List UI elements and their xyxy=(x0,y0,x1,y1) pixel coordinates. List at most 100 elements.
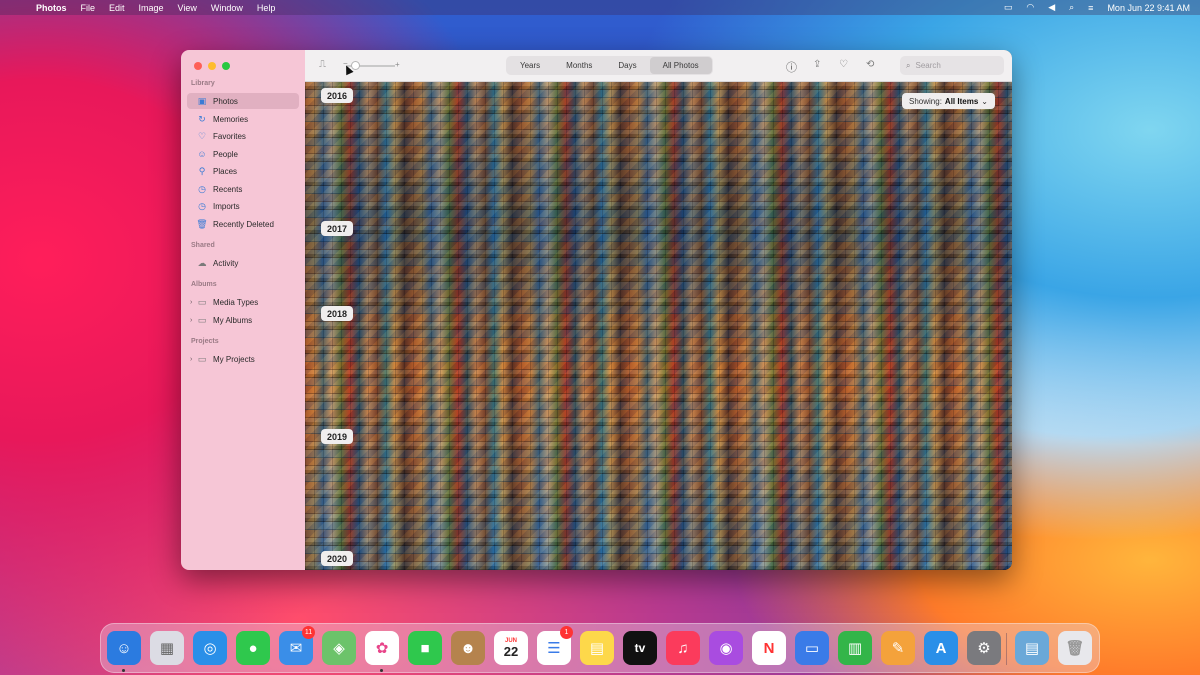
dock-separator xyxy=(1006,633,1007,665)
sidebar-item-people[interactable]: ☺ People xyxy=(187,146,299,162)
sidebar: Library ▣ Photos ↻ Memories ♡ Favorites … xyxy=(181,50,305,570)
sidebar-item-label: Activity xyxy=(213,258,239,268)
sidebar-item-memories[interactable]: ↻ Memories xyxy=(187,111,299,127)
running-indicator xyxy=(122,669,125,672)
section-albums: Albums xyxy=(191,281,217,288)
menu-bar: Photos File Edit Image View Window Help … xyxy=(0,0,1200,15)
sidebar-item-label: My Albums xyxy=(213,315,253,325)
sidebar-item-recents[interactable]: ◷ Recents xyxy=(187,181,299,197)
folder-icon: ▭ xyxy=(197,353,207,364)
tv-label: tv xyxy=(634,641,646,655)
heart-icon: ♡ xyxy=(197,130,207,141)
menu-file[interactable]: File xyxy=(81,3,96,13)
calendar-day: 22 xyxy=(503,643,519,659)
control-center-icon[interactable]: ≡ xyxy=(1088,3,1093,13)
menu-help[interactable]: Help xyxy=(257,3,276,13)
section-shared: Shared xyxy=(191,242,215,249)
tab-years[interactable]: Years xyxy=(507,57,553,74)
search-field[interactable]: ⌕ Search xyxy=(900,56,1004,75)
sidebar-item-label: Imports xyxy=(213,201,240,211)
news-icon[interactable]: N xyxy=(752,631,786,665)
sidebar-item-label: Recents xyxy=(213,184,243,194)
sidebar-item-photos[interactable]: ▣ Photos xyxy=(187,93,299,109)
wifi-icon[interactable]: ◠ xyxy=(1026,2,1034,13)
close-button[interactable] xyxy=(194,62,202,70)
mail-badge: 11 xyxy=(302,626,315,639)
finder-icon[interactable]: ☺ xyxy=(107,631,141,665)
maps-icon[interactable]: ◈ xyxy=(322,631,356,665)
facetime-icon[interactable]: ■ xyxy=(408,631,442,665)
sidebar-item-imports[interactable]: ◷ Imports xyxy=(187,198,299,214)
rotate-icon[interactable]: ⟲ xyxy=(866,59,874,70)
year-label-2019: 2019 xyxy=(321,429,354,444)
numbers-icon[interactable]: ▥ xyxy=(838,631,872,665)
photos-icon: ▣ xyxy=(197,95,207,106)
year-label-2016: 2016 xyxy=(321,88,354,103)
sidebar-item-recently-deleted[interactable]: 🗑︎ Recently Deleted xyxy=(187,216,299,232)
sidebar-item-label: People xyxy=(213,149,238,159)
trash-icon[interactable]: 🗑︎ xyxy=(1058,631,1092,665)
section-library: Library xyxy=(191,80,215,87)
screen-mirroring-icon[interactable]: ▭ xyxy=(1004,2,1013,13)
chevron-right-icon[interactable]: › xyxy=(190,299,192,306)
sidebar-item-label: Media Types xyxy=(213,297,259,307)
pin-icon: ⚲ xyxy=(198,165,206,176)
music-icon[interactable]: ♫ xyxy=(666,631,700,665)
sidebar-item-places[interactable]: ⚲ Places xyxy=(187,163,299,179)
zoom-in-icon[interactable]: + xyxy=(395,60,400,69)
photos-icon[interactable]: ✿ xyxy=(365,631,399,665)
heart-icon[interactable]: ♡ xyxy=(839,59,848,70)
showing-filter-button[interactable]: Showing: All Items ⌄ xyxy=(902,93,995,109)
sidebar-item-favorites[interactable]: ♡ Favorites xyxy=(187,128,299,144)
menu-view[interactable]: View xyxy=(178,3,197,13)
menu-app-name[interactable]: Photos xyxy=(36,3,67,13)
sidebar-item-label: Photos xyxy=(213,96,238,106)
showing-value: All Items xyxy=(944,96,979,106)
menu-window[interactable]: Window xyxy=(211,3,243,13)
pages-icon[interactable]: ✎ xyxy=(881,631,915,665)
minimize-button[interactable] xyxy=(208,62,216,70)
launchpad-icon[interactable]: ▦ xyxy=(150,631,184,665)
fullscreen-button[interactable] xyxy=(222,62,230,70)
tab-days[interactable]: Days xyxy=(605,57,649,74)
menu-image[interactable]: Image xyxy=(139,3,164,13)
chevron-right-icon[interactable]: › xyxy=(190,317,192,324)
reminders-badge: 1 xyxy=(560,626,573,639)
folder-icon: ▭ xyxy=(197,296,207,307)
share-icon[interactable]: ⇪ xyxy=(813,59,821,70)
calendar-icon[interactable]: JUN 22 xyxy=(494,631,528,665)
toolbar: ⎍ − + Years Months Days All Photos ⓘ ⇪ ♡… xyxy=(305,50,1012,82)
notes-icon[interactable]: ▤ xyxy=(580,631,614,665)
trash-icon: 🗑︎ xyxy=(196,218,208,229)
messages-icon[interactable]: ● xyxy=(236,631,270,665)
volume-icon[interactable]: ◀ xyxy=(1048,2,1055,13)
photo-grid-overlay xyxy=(305,82,1012,570)
sidebar-item-label: Memories xyxy=(213,114,249,124)
view-segmented-control: Years Months Days All Photos xyxy=(506,56,713,75)
sidebar-item-activity[interactable]: ☁ Activity xyxy=(187,255,299,271)
system-preferences-icon[interactable]: ⚙ xyxy=(967,631,1001,665)
contacts-icon[interactable]: ☻ xyxy=(451,631,485,665)
tv-icon[interactable]: tv xyxy=(623,631,657,665)
tab-all-photos[interactable]: All Photos xyxy=(649,57,712,74)
appstore-icon[interactable]: A xyxy=(924,631,958,665)
folder-icon: ▭ xyxy=(197,314,207,325)
safari-icon[interactable]: ◎ xyxy=(193,631,227,665)
sidebar-item-label: My Projects xyxy=(213,354,255,364)
keynote-icon[interactable]: ▭ xyxy=(795,631,829,665)
spotlight-search-icon[interactable]: ⌕ xyxy=(1069,2,1074,13)
menu-clock[interactable]: Mon Jun 22 9:41 AM xyxy=(1107,3,1190,13)
menu-edit[interactable]: Edit xyxy=(109,3,125,13)
sidebar-item-my-albums[interactable]: › ▭ My Albums xyxy=(187,312,299,328)
tab-months[interactable]: Months xyxy=(553,57,605,74)
podcasts-icon[interactable]: ◉ xyxy=(709,631,743,665)
downloads-folder-icon[interactable]: ▤ xyxy=(1015,631,1049,665)
sidebar-item-my-projects[interactable]: › ▭ My Projects xyxy=(187,351,299,367)
year-label-2017: 2017 xyxy=(321,221,354,236)
chevron-right-icon[interactable]: › xyxy=(190,356,192,363)
section-projects: Projects xyxy=(191,338,219,345)
sidebar-item-media-types[interactable]: › ▭ Media Types xyxy=(187,294,299,310)
slideshow-icon[interactable]: ⎍ xyxy=(319,59,326,70)
year-label-2020: 2020 xyxy=(321,551,354,566)
info-icon[interactable]: ⓘ xyxy=(786,59,797,75)
